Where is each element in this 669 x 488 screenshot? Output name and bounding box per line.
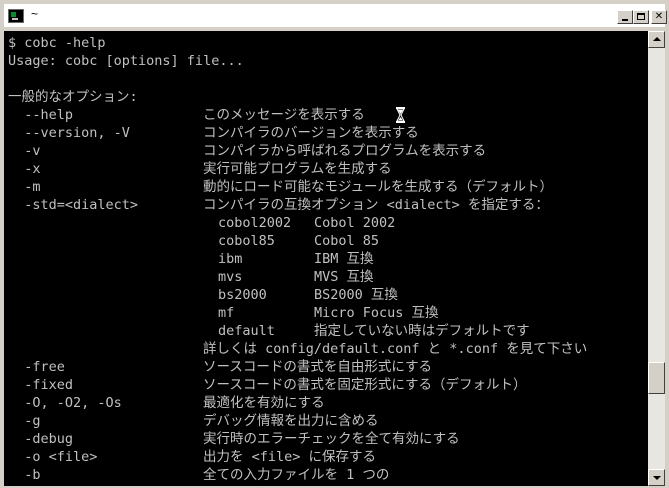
maximize-icon [637,13,645,20]
option-name: -o <file> [8,449,98,465]
maximize-button[interactable] [633,10,649,24]
console-window: ~ ✕ $ cobc -help Usage: cobc [options] f… [0,0,669,488]
option-row: -x 実行可能プログラムを生成する [8,160,391,178]
option-name: -debug [8,431,74,447]
option-desc: コンパイラの互換オプション <dialect> を指定する： [203,197,549,213]
terminal-line: Usage: cobc [options] file... [8,52,244,70]
dialect-name: ibm [218,251,243,267]
scroll-down-button[interactable] [648,469,665,486]
console-app-icon[interactable] [8,9,24,23]
option-desc: ソースコードの書式を自由形式にする [203,359,432,375]
dialect-name: mvs [218,269,243,285]
dialect-desc: 指定していない時はデフォルトです [314,323,530,339]
option-row: --version, -V コンパイラのバージョンを表示する [8,124,418,142]
option-desc: デバッグ情報を出力に含める [203,413,379,429]
option-desc: 出力を <file> に保存する [203,449,377,465]
option-name: -b [8,467,41,483]
dialect-desc: BS2000 互換 [314,287,398,303]
option-row: -g デバッグ情報を出力に含める [8,412,378,430]
dialect-name: bs2000 [218,287,267,303]
option-desc: コンパイラから呼ばれるプログラムを表示する [203,143,487,159]
close-icon: ✕ [654,11,664,22]
option-row: -b 全ての入力ファイルを 1 つの [8,466,389,484]
minimize-icon [622,19,628,21]
dialect-desc: Micro Focus 互換 [314,305,439,321]
option-row: -free ソースコードの書式を自由形式にする [8,358,432,376]
terminal-line: $ cobc -help [8,34,106,52]
window-title: ~ [31,7,39,21]
option-desc: 全ての入力ファイルを 1 つの [203,467,390,483]
command-prompt: $ cobc -help [8,35,106,51]
option-row: -fixed ソースコードの書式を固定形式にする（デフォルト） [8,376,526,394]
option-name: -x [8,161,41,177]
option-row: -std=<dialect> コンパイラの互換オプション <dialect> を指… [8,196,549,214]
option-row: -debug 実行時のエラーチェックを全て有効にする [8,430,459,448]
option-name: -free [8,359,65,375]
dialect-name: cobol2002 [218,215,292,231]
option-name: -std=<dialect> [8,197,139,213]
dialect-note: 詳しくは config/default.conf と *.conf を見て下さい [203,341,588,357]
option-row: -v コンパイラから呼ばれるプログラムを表示する [8,142,486,160]
option-name: --help [8,107,74,123]
hourglass-icon [396,107,405,123]
option-name: -v [8,143,41,159]
arrow-up-icon [653,37,661,41]
option-row: -o <file> 出力を <file> に保存する [8,448,376,466]
option-desc: 動的にロード可能なモジュールを生成する（デフォルト） [203,179,554,195]
dialect-name: default [218,323,275,339]
vertical-scrollbar[interactable] [648,31,665,486]
dialect-name: mf [218,305,235,321]
title-bar[interactable]: ~ ✕ [4,4,667,27]
option-desc: 実行可能プログラムを生成する [203,161,392,177]
option-desc: 実行時のエラーチェックを全て有効にする [203,431,460,447]
option-row: -m 動的にロード可能なモジュールを生成する（デフォルト） [8,178,553,196]
minimize-button[interactable] [617,10,633,24]
dialect-desc: IBM 互換 [314,251,374,267]
scroll-up-button[interactable] [648,31,665,48]
option-name: --version, -V [8,125,130,141]
option-row: -O, -O2, -Os 最適化を有効にする [8,394,324,412]
terminal-line: 一般的なオプション: [8,88,138,106]
option-name: -fixed [8,377,74,393]
usage-text: Usage: cobc [options] file... [8,53,244,69]
arrow-down-icon [653,476,661,480]
scroll-thumb[interactable] [648,362,665,394]
section-heading: 一般的なオプション: [8,89,138,105]
option-desc: このメッセージを表示する [203,107,365,123]
option-desc: ソースコードの書式を固定形式にする（デフォルト） [203,377,527,393]
option-desc: コンパイラのバージョンを表示する [203,125,419,141]
option-desc: 最適化を有効にする [203,395,325,411]
dialect-name: cobol85 [218,233,275,249]
dialect-desc: Cobol 85 [314,233,380,249]
terminal-output[interactable]: $ cobc -help Usage: cobc [options] file.… [4,31,648,486]
option-row: --help このメッセージを表示する [8,106,364,124]
option-name: -m [8,179,41,195]
dialect-desc: Cobol 2002 [314,215,396,231]
dialect-desc: MVS 互換 [314,269,374,285]
close-button[interactable]: ✕ [651,10,667,24]
option-name: -g [8,413,41,429]
option-name: -O, -O2, -Os [8,395,122,411]
